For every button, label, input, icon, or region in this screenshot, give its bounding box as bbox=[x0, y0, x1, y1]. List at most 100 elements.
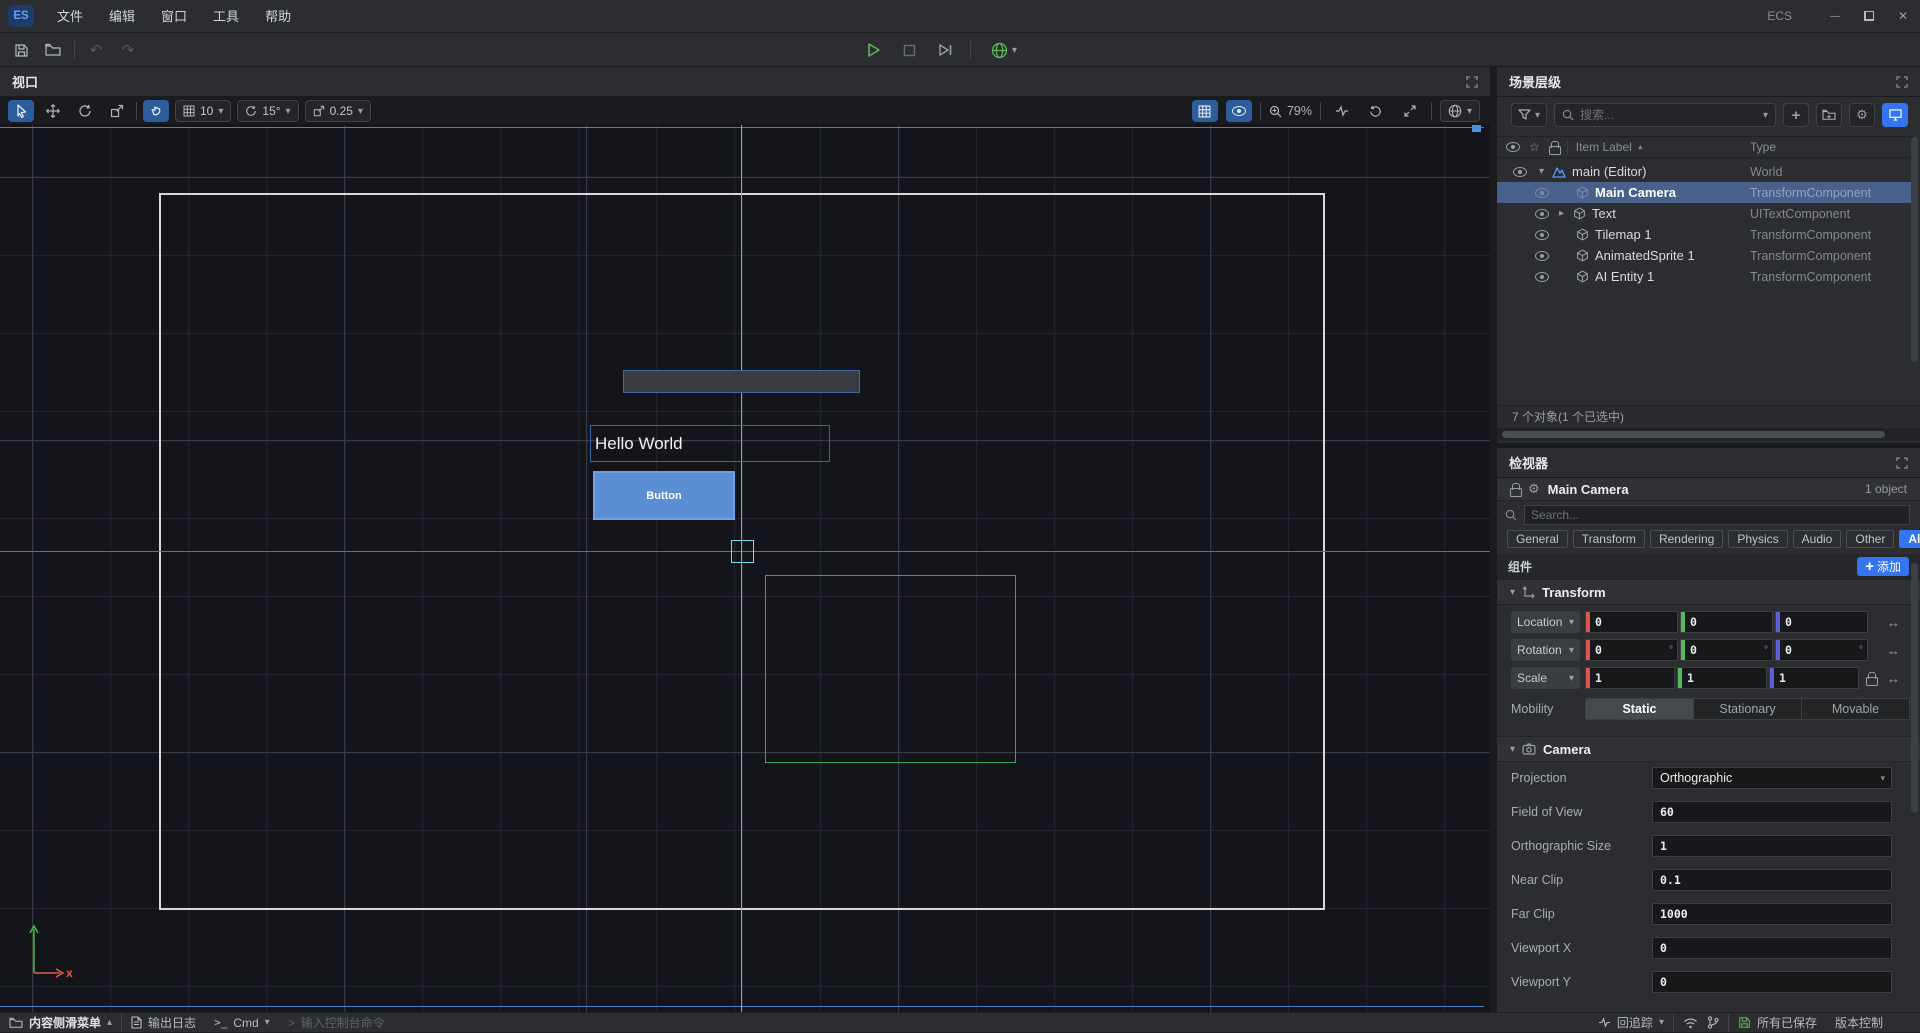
location-z-input[interactable] bbox=[1780, 615, 1867, 629]
tab-other[interactable]: Other bbox=[1846, 530, 1894, 548]
eye-icon[interactable] bbox=[1535, 230, 1549, 240]
ai-entity-bounds[interactable] bbox=[765, 575, 1016, 763]
column-type[interactable]: Type bbox=[1750, 140, 1776, 154]
rotation-z-input[interactable] bbox=[1780, 643, 1859, 657]
far-clip-field[interactable] bbox=[1652, 903, 1892, 925]
near-clip-field[interactable] bbox=[1652, 869, 1892, 891]
console-command-input[interactable]: 输入控制台命令 bbox=[279, 1013, 394, 1033]
step-button[interactable] bbox=[934, 38, 956, 62]
scale-tool-button[interactable] bbox=[104, 100, 130, 122]
content-drawer-button[interactable]: 内容侧滑菜单 bbox=[0, 1013, 121, 1033]
new-folder-button[interactable] bbox=[1816, 103, 1842, 127]
hierarchy-settings-button[interactable] bbox=[1849, 103, 1875, 127]
gizmo-visibility-button[interactable] bbox=[1226, 100, 1252, 122]
hierarchy-row-main-camera[interactable]: Main Camera TransformComponent bbox=[1497, 182, 1914, 203]
menu-help[interactable]: 帮助 bbox=[252, 0, 304, 33]
location-z-field[interactable] bbox=[1775, 611, 1868, 633]
open-folder-button[interactable] bbox=[42, 38, 64, 62]
menu-tools[interactable]: 工具 bbox=[200, 0, 252, 33]
link-axes-icon[interactable] bbox=[1887, 671, 1900, 686]
save-status[interactable]: 所有已保存 bbox=[1729, 1013, 1826, 1033]
link-axes-icon[interactable] bbox=[1887, 615, 1900, 630]
eye-icon[interactable] bbox=[1513, 167, 1527, 177]
filter-dropdown[interactable] bbox=[1511, 103, 1547, 127]
restore-button[interactable] bbox=[1852, 3, 1886, 29]
chevron-down-icon[interactable] bbox=[1539, 166, 1544, 177]
viewport-x-field[interactable] bbox=[1652, 937, 1892, 959]
grid-visibility-button[interactable] bbox=[1192, 100, 1218, 122]
projection-select[interactable]: ▾ bbox=[1652, 767, 1892, 789]
location-x-field[interactable] bbox=[1585, 611, 1678, 633]
tab-transform[interactable]: Transform bbox=[1573, 530, 1645, 548]
eye-icon[interactable] bbox=[1535, 251, 1549, 261]
mobility-movable[interactable]: Movable bbox=[1802, 699, 1909, 719]
favorite-column-icon[interactable] bbox=[1529, 140, 1540, 154]
move-tool-button[interactable] bbox=[40, 100, 66, 122]
chevron-right-icon[interactable] bbox=[1559, 208, 1564, 219]
cmd-dropdown[interactable]: Cmd bbox=[205, 1013, 279, 1033]
field-of-view-field[interactable] bbox=[1652, 801, 1892, 823]
output-log-button[interactable]: 输出日志 bbox=[122, 1013, 205, 1033]
add-component-button[interactable]: 添加 bbox=[1857, 557, 1909, 576]
inspector-search-input[interactable] bbox=[1531, 508, 1903, 522]
gear-icon[interactable] bbox=[1528, 481, 1540, 497]
camera-bounds-handle[interactable] bbox=[1472, 125, 1481, 132]
transform-section-header[interactable]: Transform bbox=[1497, 579, 1920, 605]
hierarchy-search-input[interactable] bbox=[1580, 108, 1757, 122]
reset-view-button[interactable] bbox=[1363, 100, 1389, 122]
hierarchy-search[interactable] bbox=[1554, 103, 1776, 127]
column-item-label[interactable]: Item Label bbox=[1576, 140, 1632, 154]
tab-physics[interactable]: Physics bbox=[1728, 530, 1787, 548]
version-control-button[interactable]: 版本控制 bbox=[1826, 1013, 1892, 1033]
hierarchy-vertical-scrollbar[interactable] bbox=[1911, 137, 1918, 362]
viewport-y-field[interactable] bbox=[1652, 971, 1892, 993]
add-entity-button[interactable] bbox=[1783, 103, 1809, 127]
lock-icon[interactable] bbox=[1510, 483, 1520, 495]
hierarchy-row-animatedsprite[interactable]: AnimatedSprite 1 TransformComponent bbox=[1497, 245, 1914, 266]
scale-y-input[interactable] bbox=[1682, 671, 1766, 685]
fullscreen-button[interactable] bbox=[1397, 100, 1423, 122]
projection-value[interactable] bbox=[1653, 771, 1880, 785]
field-of-view-input[interactable] bbox=[1653, 805, 1891, 819]
screen-view-toggle[interactable] bbox=[1882, 103, 1908, 127]
undo-button[interactable] bbox=[85, 38, 107, 62]
tab-audio[interactable]: Audio bbox=[1793, 530, 1842, 548]
menu-edit[interactable]: 编辑 bbox=[96, 0, 148, 33]
save-button[interactable] bbox=[10, 38, 32, 62]
mobility-static[interactable]: Static bbox=[1586, 699, 1694, 719]
redo-button[interactable] bbox=[117, 38, 139, 62]
inspector-vertical-scrollbar[interactable] bbox=[1911, 563, 1918, 813]
network-status-button[interactable] bbox=[1674, 1013, 1707, 1033]
rotation-z-field[interactable]: ° bbox=[1775, 639, 1868, 661]
snap-toggle-button[interactable] bbox=[143, 100, 169, 122]
tilemap-object[interactable] bbox=[623, 370, 860, 393]
stats-button[interactable] bbox=[1329, 100, 1355, 122]
trace-dropdown[interactable]: 回追踪 bbox=[1589, 1013, 1673, 1033]
scale-y-field[interactable] bbox=[1677, 667, 1767, 689]
location-y-field[interactable] bbox=[1680, 611, 1773, 633]
location-x-input[interactable] bbox=[1590, 615, 1677, 629]
origin-gizmo[interactable] bbox=[731, 540, 754, 563]
tab-rendering[interactable]: Rendering bbox=[1650, 530, 1723, 548]
lock-column-icon[interactable] bbox=[1549, 141, 1559, 153]
viewport-x-input[interactable] bbox=[1653, 941, 1891, 955]
zoom-indicator[interactable]: 79% bbox=[1269, 104, 1312, 118]
eye-icon[interactable] bbox=[1535, 272, 1549, 282]
near-clip-input[interactable] bbox=[1653, 873, 1891, 887]
rotation-x-input[interactable] bbox=[1590, 643, 1669, 657]
rotate-snap-dropdown[interactable]: 15° bbox=[237, 100, 298, 122]
orthographic-size-input[interactable] bbox=[1653, 839, 1891, 853]
camera-section-header[interactable]: Camera bbox=[1497, 736, 1920, 762]
scale-x-input[interactable] bbox=[1590, 671, 1674, 685]
scale-snap-dropdown[interactable]: 0.25 bbox=[305, 100, 371, 122]
world-dropdown[interactable] bbox=[1440, 100, 1480, 122]
hierarchy-row-text[interactable]: Text UITextComponent bbox=[1497, 203, 1914, 224]
menu-window[interactable]: 窗口 bbox=[148, 0, 200, 33]
visibility-column-icon[interactable] bbox=[1506, 142, 1520, 152]
minimize-button[interactable] bbox=[1818, 3, 1852, 29]
eye-icon[interactable] bbox=[1535, 188, 1549, 198]
scale-z-field[interactable] bbox=[1769, 667, 1859, 689]
mobility-stationary[interactable]: Stationary bbox=[1694, 699, 1802, 719]
viewport-y-input[interactable] bbox=[1653, 975, 1891, 989]
branch-button[interactable] bbox=[1707, 1013, 1728, 1033]
